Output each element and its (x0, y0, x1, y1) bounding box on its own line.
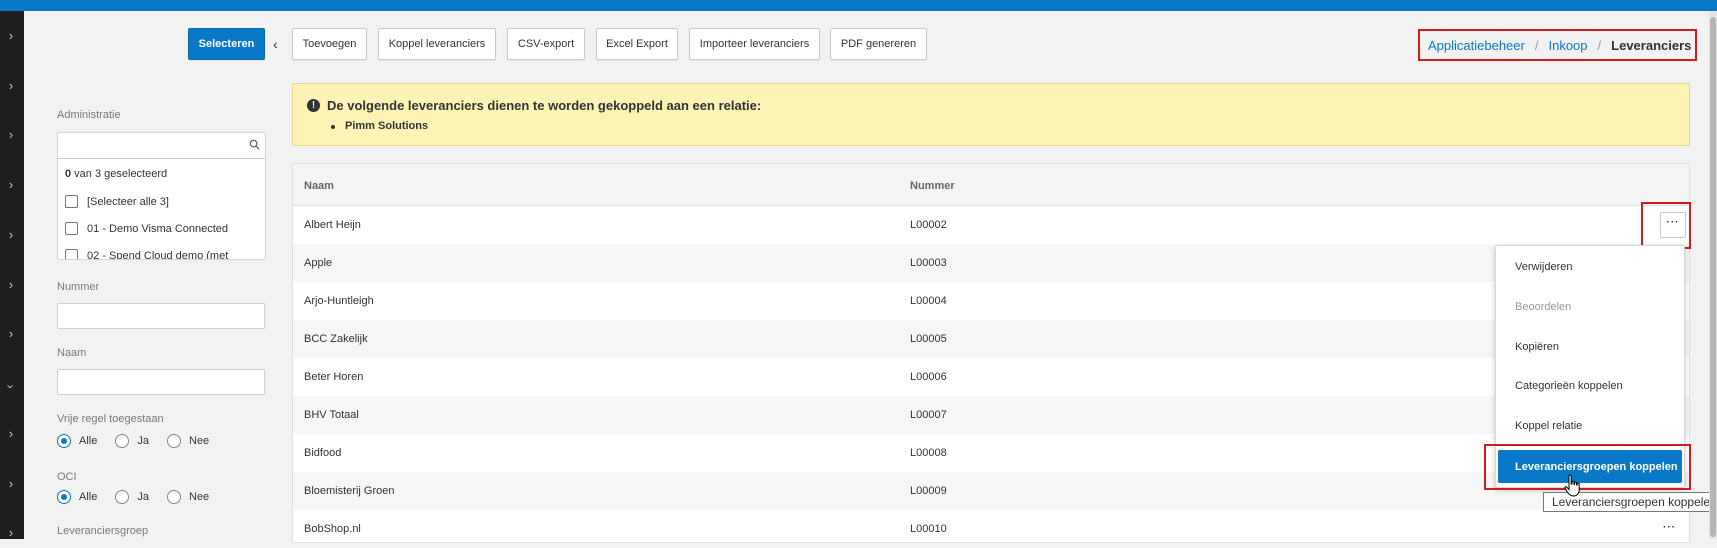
table-row[interactable]: Apple L00003 (293, 244, 1689, 282)
selection-count: 0 van 3 geselecteerd (65, 168, 168, 180)
chevron-left-icon[interactable]: ‹ (273, 36, 278, 52)
chevron-right-icon[interactable]: › (5, 426, 17, 441)
chevron-right-icon[interactable]: › (5, 177, 17, 192)
column-header-naam[interactable]: Naam (304, 180, 334, 192)
naam-input[interactable] (57, 369, 265, 395)
menu-item-categorieen-koppelen[interactable]: Categorieën koppelen (1515, 380, 1623, 392)
table-row[interactable]: BobShop.nl L00010 (293, 510, 1689, 548)
radio-nee[interactable] (166, 490, 181, 504)
administratie-multiselect: 0 van 3 geselecteerd [Selecteer alle 3] … (57, 132, 266, 260)
vertical-scrollbar[interactable] (1709, 11, 1717, 539)
breadcrumb-current: Leveranciers (1611, 37, 1692, 53)
naam-label: Naam (57, 347, 87, 359)
chevron-right-icon[interactable]: › (5, 78, 17, 93)
breadcrumb-link-inkoop[interactable]: Inkoop (1548, 38, 1587, 53)
chevron-right-icon[interactable]: › (5, 326, 17, 341)
chevron-right-icon[interactable]: › (5, 277, 17, 292)
column-header-nummer[interactable]: Nummer (910, 180, 955, 192)
administratie-label: Administratie (57, 109, 121, 121)
chevron-right-icon[interactable]: › (5, 127, 17, 142)
radio-alle[interactable] (57, 490, 71, 504)
radio-ja[interactable] (115, 434, 130, 448)
breadcrumb-separator: / (1597, 37, 1602, 53)
radio-ja[interactable] (115, 490, 130, 504)
chevron-right-icon[interactable]: › (5, 476, 17, 491)
administratie-search-input[interactable] (58, 133, 265, 159)
link-suppliers-button[interactable]: Koppel leveranciers (378, 28, 496, 60)
top-accent-bar (0, 0, 1717, 11)
chevron-right-icon[interactable]: › (5, 227, 17, 242)
highlight-box (1484, 444, 1691, 490)
nummer-input[interactable] (57, 303, 265, 329)
admin-option-select-all[interactable]: [Selecteer alle 3] (65, 195, 169, 208)
admin-option-02[interactable]: 02 - Spend Cloud demo (met (65, 249, 228, 259)
breadcrumb-link-applicatiebeheer[interactable]: Applicatiebeheer (1428, 38, 1525, 53)
bullet-icon (331, 125, 335, 129)
select-button[interactable]: Selecteren (188, 28, 265, 60)
menu-item-beoordelen[interactable]: Beoordelen (1515, 301, 1571, 313)
vrije-regel-label: Vrije regel toegestaan (57, 413, 164, 425)
table-header: Naam Nummer (293, 164, 1689, 206)
leveranciersgroep-label: Leveranciersgroep (57, 525, 149, 537)
left-navigation-rail: › › › › › › › › › › › (0, 11, 24, 540)
breadcrumb: Applicatiebeheer / Inkoop / Leveranciers (1418, 29, 1697, 61)
alert-item: Pimm Solutions (345, 120, 429, 132)
alert-title: De volgende leveranciers dienen te worde… (327, 98, 762, 113)
suppliers-table: Naam Nummer Albert Heijn L00002 Apple L000… (292, 163, 1690, 543)
vrije-regel-radio-group: Alle Ja Nee (57, 434, 227, 448)
table-row[interactable]: Bidfood L00008 (293, 434, 1689, 472)
row-actions-button[interactable]: ··· (1663, 522, 1676, 533)
table-row[interactable]: Bloemisterij Groen L00009 (293, 472, 1689, 510)
search-icon (249, 139, 260, 150)
radio-alle[interactable] (57, 434, 71, 448)
checkbox[interactable] (65, 249, 78, 259)
exclamation-icon: ! (307, 99, 320, 112)
table-row[interactable]: BCC Zakelijk L00005 (293, 320, 1689, 358)
oci-radio-group: Alle Ja Nee (57, 490, 227, 504)
generate-pdf-button[interactable]: PDF genereren (830, 28, 927, 60)
add-button[interactable]: Toevoegen (292, 28, 367, 60)
nummer-label: Nummer (57, 281, 100, 293)
table-row[interactable]: Beter Horen L00006 (293, 358, 1689, 396)
admin-option-01[interactable]: 01 - Demo Visma Connected (65, 222, 228, 235)
menu-item-kopieren[interactable]: Kopiëren (1515, 341, 1559, 353)
hand-cursor-icon (1564, 474, 1580, 497)
excel-export-button[interactable]: Excel Export (596, 28, 678, 60)
menu-item-verwijderen[interactable]: Verwijderen (1515, 261, 1572, 273)
warning-alert: ! De volgende leveranciers dienen te wor… (292, 83, 1690, 146)
csv-export-button[interactable]: CSV-export (507, 28, 585, 60)
import-suppliers-button[interactable]: Importeer leveranciers (689, 28, 820, 60)
checkbox[interactable] (65, 195, 78, 208)
oci-label: OCI (57, 471, 77, 483)
chevron-down-icon[interactable]: › (4, 381, 19, 393)
table-row[interactable]: BHV Totaal L00007 (293, 396, 1689, 434)
radio-nee[interactable] (166, 434, 181, 448)
checkbox[interactable] (65, 222, 78, 235)
table-row[interactable]: Albert Heijn L00002 (293, 206, 1689, 244)
chevron-right-icon[interactable]: › (5, 28, 17, 43)
highlight-box (1641, 202, 1691, 249)
table-row[interactable]: Arjo-Huntleigh L00004 (293, 282, 1689, 320)
chevron-right-icon[interactable]: › (5, 525, 17, 540)
scrollbar-thumb[interactable] (1710, 17, 1716, 537)
menu-item-koppel-relatie[interactable]: Koppel relatie (1515, 420, 1582, 432)
breadcrumb-separator: / (1534, 37, 1539, 53)
